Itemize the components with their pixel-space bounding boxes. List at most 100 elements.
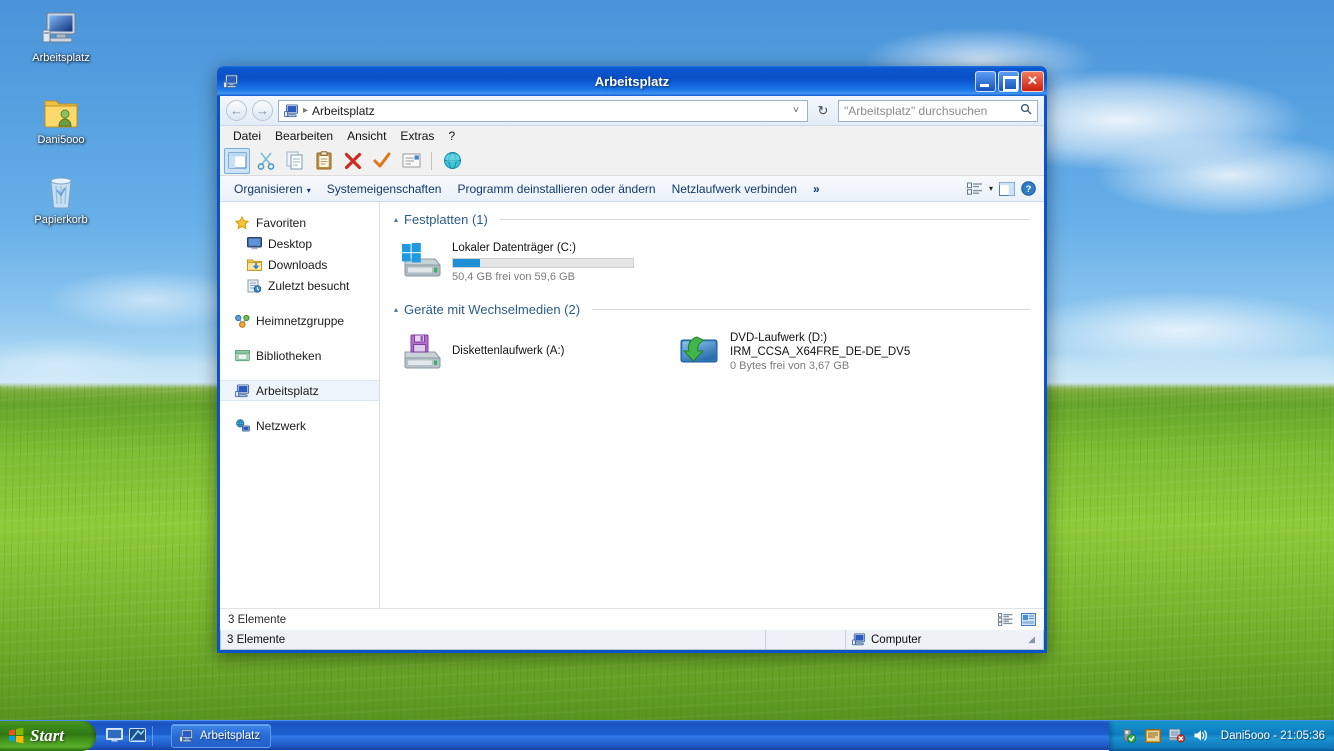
system-properties-button[interactable]: Systemeigenschaften	[319, 180, 450, 198]
start-button[interactable]: Start	[0, 721, 96, 751]
sidebar-item-heimnetzgruppe[interactable]: Heimnetzgruppe	[220, 310, 379, 331]
paste-icon[interactable]	[311, 148, 337, 174]
menu-item-help[interactable]: ?	[441, 128, 462, 144]
icon-toolbar[interactable]	[220, 146, 1044, 176]
view-options-caret-icon[interactable]: ▾	[989, 184, 993, 193]
preview-pane-icon[interactable]	[999, 182, 1015, 196]
maximize-button[interactable]	[998, 71, 1019, 92]
recent-places-icon	[246, 278, 262, 294]
internet-icon[interactable]	[439, 148, 465, 174]
copy-icon[interactable]	[282, 148, 308, 174]
breadcrumb-path[interactable]: Arbeitsplatz	[312, 104, 375, 118]
show-desktop-icon[interactable]	[106, 728, 123, 743]
taskbar[interactable]: Start	[0, 720, 1334, 750]
organize-button[interactable]: Organisieren▾	[226, 180, 319, 198]
navigation-pane[interactable]: Favoriten Desktop	[220, 202, 380, 608]
overflow-button[interactable]: »	[805, 180, 828, 198]
capacity-bar	[452, 258, 634, 268]
details-view-icon[interactable]	[998, 613, 1013, 626]
chevron-down-icon[interactable]: ˅	[793, 105, 802, 116]
sidebar-item-netzwerk[interactable]: Netzwerk	[220, 415, 379, 436]
help-icon[interactable]: ?	[1021, 181, 1036, 196]
media-player-icon[interactable]	[129, 728, 146, 743]
quick-launch-bar[interactable]	[96, 721, 163, 750]
rename-icon[interactable]	[398, 148, 424, 174]
windows-flag-icon	[7, 727, 25, 744]
capacity-bar-fill	[453, 259, 480, 267]
menu-bar[interactable]: Datei Bearbeiten Ansicht Extras ?	[220, 126, 1044, 146]
menu-item-extras[interactable]: Extras	[393, 128, 441, 144]
breadcrumb-bar[interactable]: ▸ Arbeitsplatz ˅	[278, 100, 808, 122]
sidebar-item-downloads[interactable]: Downloads	[220, 254, 379, 275]
window-titlebar[interactable]: Arbeitsplatz	[217, 66, 1047, 96]
desktop-icon-arbeitsplatz[interactable]: Arbeitsplatz	[18, 6, 104, 66]
homegroup-icon	[234, 313, 250, 329]
status-bar: 3 Elemente Computer ◢	[220, 630, 1044, 650]
menu-item-datei[interactable]: Datei	[226, 128, 268, 144]
desktop[interactable]: Arbeitsplatz Dani5ooo Papierkorb	[0, 0, 1334, 750]
computer-icon	[18, 6, 104, 48]
sidebar-item-zuletzt-besucht[interactable]: Zuletzt besucht	[220, 275, 379, 296]
desktop-icon-papierkorb[interactable]: Papierkorb	[18, 168, 104, 228]
back-button[interactable]: ←	[226, 100, 247, 121]
dvd-drive-icon	[676, 329, 722, 371]
computer-icon	[852, 633, 866, 646]
map-network-drive-button[interactable]: Netzlaufwerk verbinden	[664, 180, 805, 198]
sidebar-item-desktop[interactable]: Desktop	[220, 233, 379, 254]
collapse-triangle-icon[interactable]: ▴	[394, 215, 398, 224]
desktop-icon-dani5ooo[interactable]: Dani5ooo	[18, 88, 104, 148]
resize-grip-icon[interactable]: ◢	[1028, 634, 1037, 645]
close-button[interactable]	[1021, 71, 1044, 92]
sidebar-item-label: Netzwerk	[256, 419, 306, 433]
group-title: Geräte mit Wechselmedien (2)	[404, 302, 580, 317]
command-bar[interactable]: Organisieren▾ Systemeigenschaften Progra…	[220, 176, 1044, 202]
details-pane: 3 Elemente	[220, 608, 1044, 630]
drive-tile-text: DVD-Laufwerk (D:) IRM_CCSA_X64FRE_DE-DE_…	[730, 329, 910, 373]
drive-name: Lokaler Datenträger (C:)	[452, 241, 634, 255]
folders-pane-icon[interactable]	[224, 148, 250, 174]
network-error-icon[interactable]	[1169, 728, 1185, 744]
minimize-button[interactable]	[975, 71, 996, 92]
explorer-window[interactable]: Arbeitsplatz ← →	[217, 66, 1047, 653]
drive-tile-text: Diskettenlaufwerk (A:)	[452, 344, 564, 358]
sidebar-item-label: Zuletzt besucht	[268, 279, 349, 293]
group-header-festplatten[interactable]: ▴ Festplatten (1)	[394, 212, 1030, 227]
view-options-icon[interactable]	[967, 182, 983, 196]
nav-spacer	[220, 331, 379, 345]
sidebar-item-label: Arbeitsplatz	[256, 384, 319, 398]
organize-label: Organisieren	[234, 182, 303, 196]
drive-volume-label: IRM_CCSA_X64FRE_DE-DE_DV5	[730, 345, 910, 359]
forward-button[interactable]: →	[252, 100, 273, 121]
cut-icon[interactable]	[253, 148, 279, 174]
recycle-bin-icon	[18, 168, 104, 210]
confirm-icon[interactable]	[369, 148, 395, 174]
system-tray[interactable]: Dani5ooo - 21:05:36	[1109, 721, 1334, 751]
sidebar-item-arbeitsplatz[interactable]: Arbeitsplatz	[220, 380, 379, 401]
drive-tile-c[interactable]: Lokaler Datenträger (C:) 50,4 GB frei vo…	[394, 235, 672, 288]
virtualbox-icon[interactable]	[1145, 728, 1161, 744]
computer-icon	[179, 729, 194, 743]
menu-item-ansicht[interactable]: Ansicht	[340, 128, 393, 144]
view-buttons[interactable]	[998, 613, 1036, 626]
tiles-view-icon[interactable]	[1021, 613, 1036, 626]
uninstall-change-program-button[interactable]: Programm deinstallieren oder ändern	[449, 180, 663, 198]
drive-tile-a[interactable]: Diskettenlaufwerk (A:)	[394, 325, 672, 377]
sidebar-item-label: Bibliotheken	[256, 349, 321, 363]
clock[interactable]: Dani5ooo - 21:05:36	[1221, 730, 1325, 742]
nav-spacer	[220, 366, 379, 380]
menu-item-bearbeiten[interactable]: Bearbeiten	[268, 128, 340, 144]
refresh-icon[interactable]: ↻	[813, 103, 833, 119]
file-list-pane[interactable]: ▴ Festplatten (1)	[380, 202, 1044, 608]
volume-icon[interactable]	[1193, 728, 1209, 744]
drive-tile-d[interactable]: DVD-Laufwerk (D:) IRM_CCSA_X64FRE_DE-DE_…	[672, 325, 950, 377]
taskbar-button-arbeitsplatz[interactable]: Arbeitsplatz	[171, 724, 271, 748]
group-header-wechselmedien[interactable]: ▴ Geräte mit Wechselmedien (2)	[394, 302, 1030, 317]
collapse-triangle-icon[interactable]: ▴	[394, 305, 398, 314]
security-shield-icon[interactable]	[1121, 728, 1137, 744]
search-input[interactable]: "Arbeitsplatz" durchsuchen	[838, 100, 1038, 122]
window-controls[interactable]	[975, 71, 1044, 92]
sidebar-item-favoriten[interactable]: Favoriten	[220, 212, 379, 233]
command-bar-right[interactable]: ▾ ?	[967, 181, 1038, 196]
sidebar-item-bibliotheken[interactable]: Bibliotheken	[220, 345, 379, 366]
delete-icon[interactable]	[340, 148, 366, 174]
